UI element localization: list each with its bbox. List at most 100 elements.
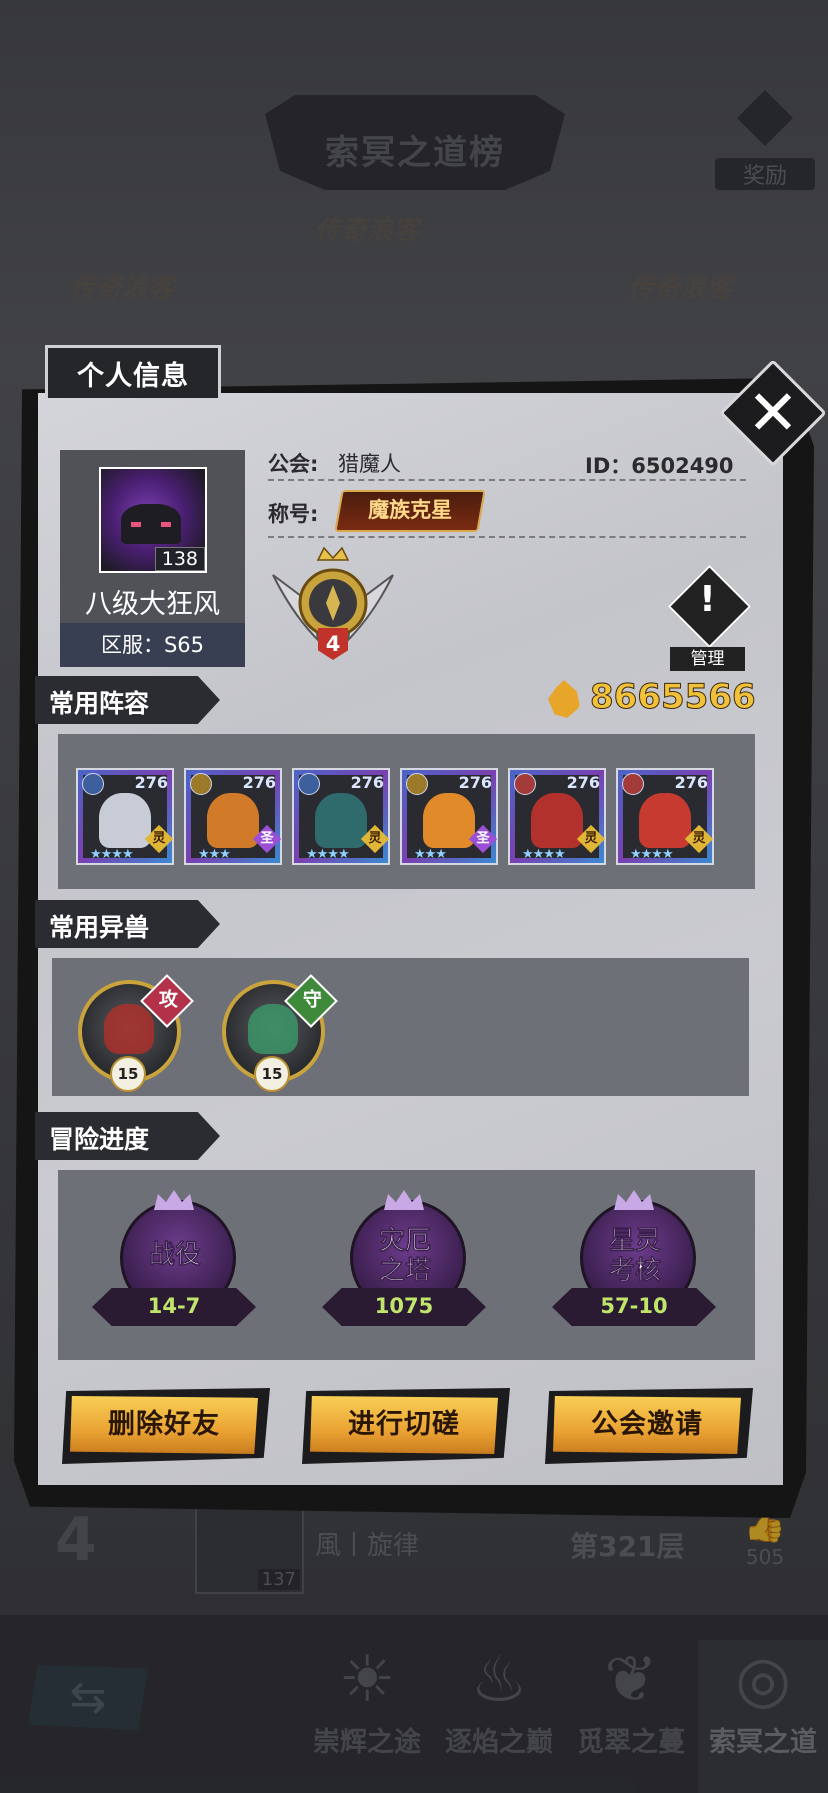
hero-stars: ★★★★ bbox=[630, 847, 674, 862]
hero-stars: ★★★★ bbox=[522, 847, 566, 862]
section-title: 冒险进度 bbox=[49, 1125, 150, 1154]
dialog-title: 个人信息 bbox=[77, 361, 189, 392]
player-card: 138 八级大狂风 区服：S65 bbox=[60, 450, 245, 667]
progress-item[interactable]: 灾厄 之塔 1075 bbox=[314, 1190, 494, 1340]
hero-figure bbox=[99, 793, 151, 848]
hero-figure bbox=[207, 793, 259, 848]
hero-slot[interactable]: 276 灵 ★★★★ bbox=[508, 768, 606, 865]
crown-icon bbox=[614, 1190, 654, 1210]
element-icon bbox=[190, 773, 212, 795]
progress-item[interactable]: 星灵 考核 57-10 bbox=[544, 1190, 724, 1340]
hero-level: 276 bbox=[134, 773, 168, 792]
hero-class-badge: 灵 bbox=[360, 824, 390, 854]
progress-name: 星灵 考核 bbox=[608, 1226, 662, 1287]
hero-class-badge: 灵 bbox=[144, 824, 174, 854]
crown-icon bbox=[154, 1190, 194, 1210]
avatar-eye bbox=[161, 522, 171, 527]
hero-class: 圣 bbox=[260, 831, 274, 846]
button-face: 删除好友 bbox=[70, 1396, 258, 1454]
hero-level: 276 bbox=[674, 773, 708, 792]
hero-slot[interactable]: 276 灵 ★★★★ bbox=[76, 768, 174, 865]
element-icon bbox=[514, 773, 536, 795]
button-face: 公会邀请 bbox=[553, 1396, 741, 1454]
hero-stars: ★★★ bbox=[414, 847, 447, 862]
dialog-tab: 个人信息 bbox=[45, 345, 221, 398]
delete-friend-button[interactable]: 删除好友 bbox=[62, 1388, 270, 1464]
hero-class: 灵 bbox=[368, 831, 382, 846]
beast-role: 攻 bbox=[158, 988, 178, 1011]
hero-class: 灵 bbox=[584, 831, 598, 846]
combat-power: 8665566 bbox=[590, 677, 757, 718]
hero-figure bbox=[531, 793, 583, 848]
beast-slot[interactable]: 守 15 bbox=[222, 974, 338, 1092]
section-title: 常用异兽 bbox=[49, 913, 150, 942]
server-label: 区服：S65 bbox=[60, 623, 245, 667]
progress-item[interactable]: 战役 14-7 bbox=[84, 1190, 264, 1340]
manage-label: 管理 bbox=[670, 647, 745, 671]
crown-icon bbox=[384, 1190, 424, 1210]
beast-figure bbox=[248, 1004, 298, 1054]
title-badge: 魔族克星 bbox=[334, 490, 486, 532]
progress-name: 战役 bbox=[148, 1240, 202, 1271]
close-icon: ✕ bbox=[747, 376, 799, 449]
hero-stars: ★★★ bbox=[198, 847, 231, 862]
hero-slot[interactable]: 276 圣 ★★★ bbox=[400, 768, 498, 865]
hero-stars: ★★★★ bbox=[306, 847, 350, 862]
divider bbox=[268, 479, 746, 481]
player-name: 八级大狂风 bbox=[85, 589, 220, 620]
progress-value: 57-10 bbox=[600, 1294, 668, 1318]
hero-class: 灵 bbox=[692, 831, 706, 846]
element-icon bbox=[298, 773, 320, 795]
beast-role: 守 bbox=[302, 988, 322, 1011]
hero-level: 276 bbox=[242, 773, 276, 792]
hero-class: 灵 bbox=[152, 831, 166, 846]
element-icon bbox=[406, 773, 428, 795]
avatar-eye bbox=[131, 522, 141, 527]
button-label: 公会邀请 bbox=[591, 1409, 703, 1440]
hero-figure bbox=[315, 793, 367, 848]
player-id: ID：6502490 bbox=[585, 454, 734, 478]
hero-figure bbox=[639, 793, 691, 848]
beast-level: 15 bbox=[110, 1056, 146, 1092]
avatar-face bbox=[121, 504, 181, 544]
hero-slot[interactable]: 276 灵 ★★★★ bbox=[292, 768, 390, 865]
beast-slot[interactable]: 攻 15 bbox=[78, 974, 194, 1092]
button-label: 删除好友 bbox=[108, 1409, 220, 1440]
beast-figure bbox=[104, 1004, 154, 1054]
section-title: 常用阵容 bbox=[49, 689, 150, 718]
guild-label: 公会: bbox=[268, 452, 319, 476]
spar-button[interactable]: 进行切磋 bbox=[302, 1388, 510, 1464]
avatar-level: 138 bbox=[154, 547, 205, 571]
section-header-progress: 冒险进度 bbox=[35, 1112, 220, 1160]
progress-value: 14-7 bbox=[147, 1294, 201, 1318]
hero-class-badge: 圣 bbox=[468, 824, 498, 854]
hero-figure bbox=[423, 793, 475, 848]
progress-name: 灾厄 之塔 bbox=[378, 1226, 432, 1287]
guild-invite-button[interactable]: 公会邀请 bbox=[545, 1388, 753, 1464]
hero-level: 276 bbox=[350, 773, 384, 792]
section-header-beasts: 常用异兽 bbox=[35, 900, 220, 948]
divider bbox=[268, 536, 746, 538]
rank-emblem: 4 bbox=[268, 545, 398, 670]
button-label: 进行切磋 bbox=[348, 1409, 460, 1440]
hero-class-badge: 灵 bbox=[684, 824, 714, 854]
progress-value: 1075 bbox=[374, 1294, 434, 1318]
hero-level: 276 bbox=[458, 773, 492, 792]
element-icon bbox=[82, 773, 104, 795]
hero-class: 圣 bbox=[476, 831, 490, 846]
hero-level: 276 bbox=[566, 773, 600, 792]
avatar[interactable]: 138 bbox=[99, 467, 207, 573]
guild-name: 猎魔人 bbox=[338, 452, 401, 476]
title-badge-text: 魔族克星 bbox=[368, 498, 453, 522]
hero-slot[interactable]: 276 灵 ★★★★ bbox=[616, 768, 714, 865]
beast-level: 15 bbox=[254, 1056, 290, 1092]
manage-button[interactable]: ! 管理 bbox=[665, 564, 752, 672]
hero-slot[interactable]: 276 圣 ★★★ bbox=[184, 768, 282, 865]
hero-class-badge: 圣 bbox=[252, 824, 282, 854]
title-label: 称号: bbox=[268, 502, 319, 526]
hero-class-badge: 灵 bbox=[576, 824, 606, 854]
hero-stars: ★★★★ bbox=[90, 847, 134, 862]
element-icon bbox=[622, 773, 644, 795]
section-header-lineup: 常用阵容 bbox=[35, 676, 220, 724]
button-face: 进行切磋 bbox=[310, 1396, 498, 1454]
